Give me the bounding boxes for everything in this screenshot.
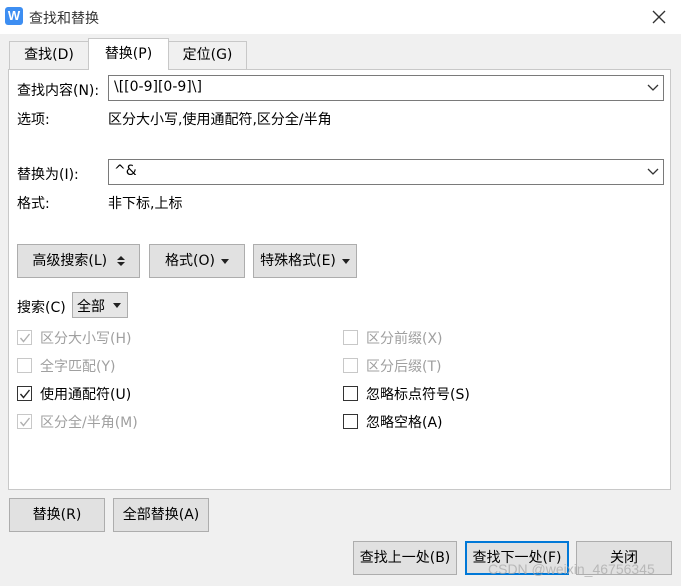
checkmark-icon xyxy=(19,333,31,343)
checkbox-box xyxy=(343,358,358,373)
collapse-icon xyxy=(116,256,125,266)
replace-panel: 查找内容(N): \[[0-9][0-9]\] 选项: 区分大小写,使用通配符,… xyxy=(8,69,671,490)
find-previous-button[interactable]: 查找上一处(B) xyxy=(353,541,457,575)
checkbox-box xyxy=(343,414,358,429)
search-scope-label: 搜索(C) xyxy=(17,300,66,316)
wps-writer-icon: W xyxy=(5,7,23,25)
chevron-down-icon[interactable] xyxy=(647,167,659,177)
find-options-value: 区分大小写,使用通配符,区分全/半角 xyxy=(108,112,332,128)
search-scope-select[interactable]: 全部 xyxy=(72,292,128,318)
use-wildcards-label: 使用通配符(U) xyxy=(40,387,132,403)
special-format-button[interactable]: 特殊格式(E) xyxy=(253,244,357,278)
close-icon[interactable] xyxy=(648,6,670,28)
checkbox-box xyxy=(17,386,32,401)
window-title: 查找和替换 xyxy=(29,11,99,27)
replace-with-label: 替换为(I): xyxy=(17,167,79,183)
find-options-label: 选项: xyxy=(17,112,50,128)
watermark: CSDN @weixin_46756345 xyxy=(488,561,655,577)
tab-replace[interactable]: 替换(P) xyxy=(88,38,169,70)
find-what-label: 查找内容(N): xyxy=(17,83,100,99)
replace-format-value: 非下标,上标 xyxy=(108,196,183,212)
match-width-label: 区分全/半角(M) xyxy=(40,415,138,431)
search-scope-value: 全部 xyxy=(77,299,105,315)
checkbox-box xyxy=(17,358,32,373)
ignore-whitespace-label: 忽略空格(A) xyxy=(366,415,443,431)
replace-with-input[interactable]: ^& xyxy=(108,159,664,185)
advanced-search-label: 高级搜索(L) xyxy=(32,253,108,269)
format-label: 格式(O) xyxy=(165,253,215,269)
checkbox-box xyxy=(343,386,358,401)
dropdown-arrow-icon xyxy=(113,303,121,308)
format-button[interactable]: 格式(O) xyxy=(149,244,245,278)
dropdown-arrow-icon xyxy=(341,258,350,264)
whole-word-label: 全字匹配(Y) xyxy=(40,359,116,375)
checkbox-box xyxy=(343,330,358,345)
replace-button[interactable]: 替换(R) xyxy=(9,498,105,532)
chevron-down-icon[interactable] xyxy=(647,83,659,93)
replace-format-label: 格式: xyxy=(17,196,50,212)
replace-all-button[interactable]: 全部替换(A) xyxy=(113,498,209,532)
dropdown-arrow-icon xyxy=(220,258,229,264)
replace-with-value: ^& xyxy=(114,163,137,179)
checkmark-icon xyxy=(19,389,31,399)
checkmark-icon xyxy=(19,417,31,427)
match-suffix-label: 区分后缀(T) xyxy=(366,359,442,375)
advanced-search-button[interactable]: 高级搜索(L) xyxy=(17,244,140,278)
checkbox-box xyxy=(17,330,32,345)
title-bar: W 查找和替换 xyxy=(0,0,681,34)
special-format-label: 特殊格式(E) xyxy=(260,253,336,269)
match-case-label: 区分大小写(H) xyxy=(40,331,132,347)
match-prefix-label: 区分前缀(X) xyxy=(366,331,443,347)
find-what-input[interactable]: \[[0-9][0-9]\] xyxy=(108,75,664,101)
find-what-value: \[[0-9][0-9]\] xyxy=(114,79,202,95)
ignore-punctuation-label: 忽略标点符号(S) xyxy=(366,387,470,403)
tab-goto[interactable]: 定位(G) xyxy=(168,41,247,69)
checkbox-box xyxy=(17,414,32,429)
tab-find[interactable]: 查找(D) xyxy=(9,41,89,69)
find-replace-dialog: W 查找和替换 查找(D) 替换(P) 定位(G) 查找内容(N): \[[0-… xyxy=(0,0,681,586)
